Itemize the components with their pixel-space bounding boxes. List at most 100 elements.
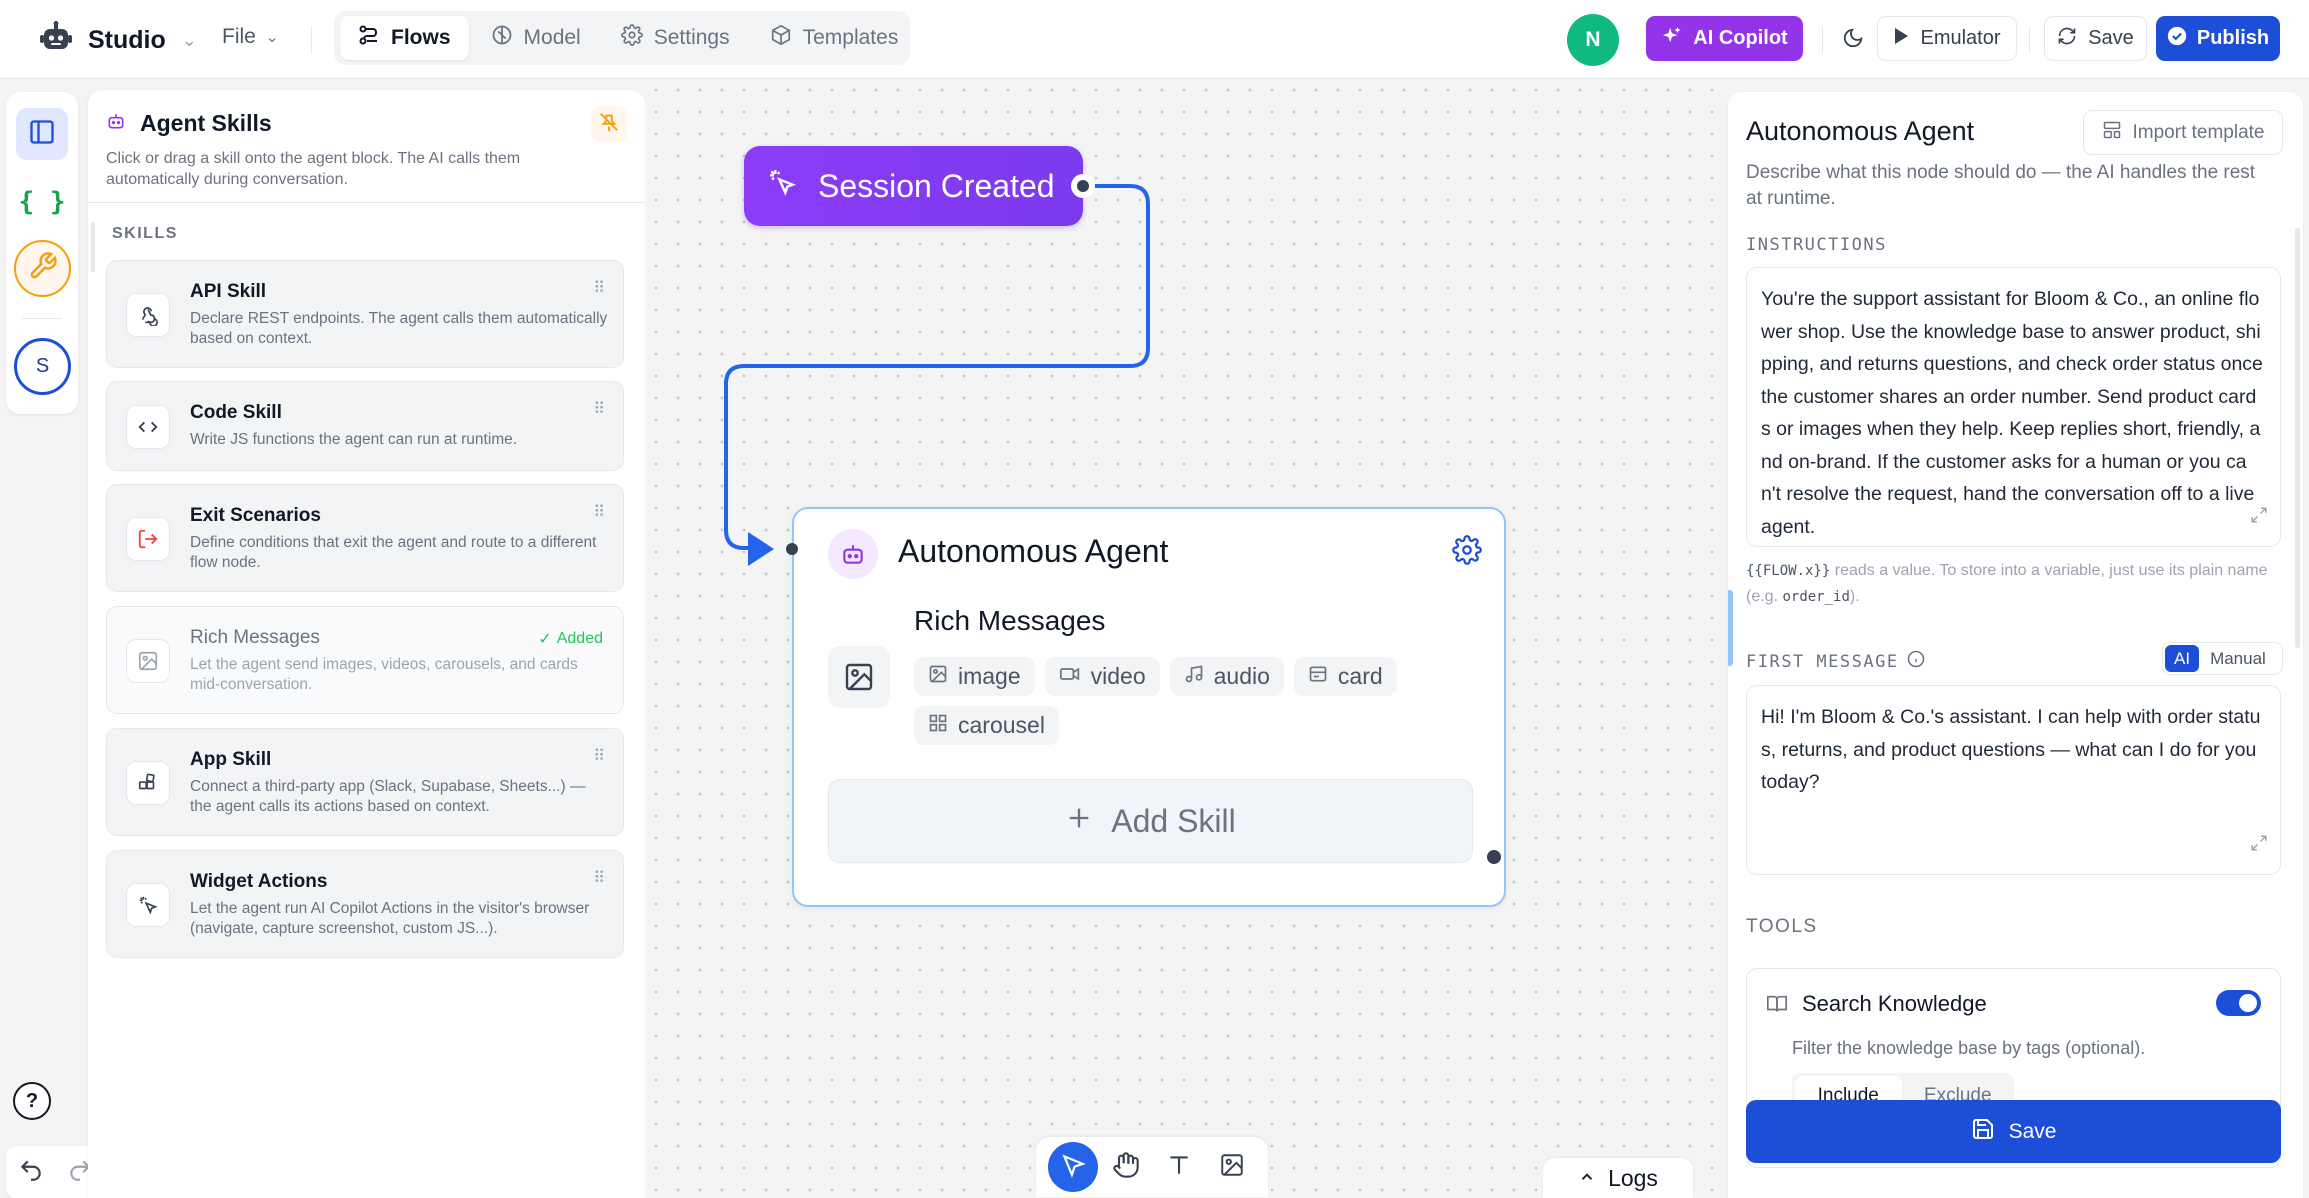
- first-message-text: Hi! I'm Bloom & Co.'s assistant. I can h…: [1761, 706, 2261, 793]
- skill-name: Code Skill: [190, 402, 282, 423]
- pointer-click-icon: [126, 883, 170, 927]
- plus-icon: [1065, 803, 1093, 840]
- tab-templates[interactable]: Templates: [752, 16, 917, 60]
- tab-model[interactable]: Model: [473, 16, 599, 60]
- expand-icon[interactable]: [2250, 502, 2268, 535]
- tool-enabled-toggle[interactable]: [2216, 990, 2261, 1016]
- gear-icon: [620, 24, 643, 52]
- skill-description: Write JS functions the agent can run at …: [190, 431, 518, 448]
- save-label: Save: [2088, 27, 2134, 49]
- chip-carousel[interactable]: carousel: [914, 706, 1059, 745]
- layout-panel-button[interactable]: [16, 108, 68, 160]
- drag-handle-icon[interactable]: ⠿: [593, 505, 605, 521]
- mode-manual-option[interactable]: Manual: [2201, 645, 2275, 672]
- user-avatar[interactable]: N: [1567, 14, 1619, 66]
- floppy-icon: [1971, 1117, 1995, 1147]
- rich-message-chips: image video audio card carousel: [914, 657, 1454, 745]
- save-node-button[interactable]: Save: [1746, 1100, 2281, 1163]
- drag-handle-icon[interactable]: ⠿: [593, 402, 605, 418]
- chevron-down-icon: ⌄: [181, 30, 197, 50]
- first-message-mode-toggle: AI Manual: [2162, 642, 2283, 675]
- session-output-port[interactable]: [1071, 174, 1095, 198]
- chip-video[interactable]: video: [1044, 657, 1160, 696]
- help-button[interactable]: ?: [13, 1082, 51, 1120]
- pin-off-icon: [598, 111, 620, 138]
- text-icon: [1166, 1152, 1192, 1183]
- ai-copilot-button[interactable]: AI Copilot: [1646, 16, 1803, 61]
- drag-handle-icon[interactable]: ⠿: [593, 749, 605, 765]
- chip-card[interactable]: card: [1293, 657, 1397, 696]
- unpin-panel-button[interactable]: [591, 106, 627, 142]
- chip-image[interactable]: image: [914, 657, 1035, 696]
- grid-icon: [928, 712, 948, 739]
- drag-handle-icon[interactable]: ⠿: [593, 871, 605, 887]
- drag-handle-icon[interactable]: ⠿: [593, 281, 605, 297]
- variable-hint: {{FLOW.x}} reads a value. To store into …: [1746, 558, 2286, 610]
- book-icon: [1766, 993, 1788, 1020]
- save-button[interactable]: Save: [2044, 16, 2147, 61]
- first-message-textarea[interactable]: Hi! I'm Bloom & Co.'s assistant. I can h…: [1746, 685, 2281, 875]
- select-tool[interactable]: [1047, 1142, 1098, 1192]
- text-tool[interactable]: [1154, 1142, 1204, 1192]
- skill-card-rich-messages[interactable]: Rich Messages Let the agent send images,…: [106, 606, 624, 714]
- add-skill-button[interactable]: Add Skill: [828, 779, 1473, 863]
- variables-button[interactable]: { }: [16, 176, 68, 228]
- sidebar-icon: [28, 118, 56, 151]
- tab-settings[interactable]: Settings: [603, 16, 748, 60]
- node-settings-panel: Autonomous Agent Import template Describ…: [1728, 92, 2303, 1198]
- refresh-icon: [2057, 26, 2077, 52]
- apps-icon: [126, 761, 170, 805]
- instructions-textarea[interactable]: You're the support assistant for Bloom &…: [1746, 267, 2281, 547]
- session-created-node[interactable]: Session Created: [744, 146, 1083, 226]
- skill-name: Widget Actions: [190, 871, 328, 892]
- resize-handle[interactable]: [1728, 590, 1733, 666]
- scrollbar[interactable]: [2295, 228, 2300, 648]
- chip-audio[interactable]: audio: [1169, 657, 1284, 696]
- file-menu[interactable]: File ⌄: [222, 25, 278, 49]
- logs-button[interactable]: Logs: [1543, 1158, 1693, 1198]
- user-s-avatar[interactable]: S: [14, 338, 71, 395]
- skill-card-api[interactable]: API Skill Declare REST endpoints. The ag…: [106, 260, 624, 368]
- agent-input-port[interactable]: [786, 543, 798, 555]
- app-name: Studio: [88, 26, 166, 54]
- webhook-icon: [126, 293, 170, 337]
- top-bar: Studio ⌄ File ⌄ Flows Model Settings Tem…: [0, 0, 2309, 79]
- node-settings-description: Describe what this node should do — the …: [1746, 162, 2256, 209]
- file-menu-label: File: [222, 25, 256, 48]
- node-settings-title: Autonomous Agent: [1746, 116, 1975, 146]
- skill-card-app[interactable]: App Skill Connect a third-party app (Sla…: [106, 728, 624, 836]
- gear-icon[interactable]: [1452, 535, 1482, 570]
- scrollbar[interactable]: [91, 222, 95, 272]
- skills-section-label: SKILLS: [112, 225, 178, 242]
- tab-label: Settings: [653, 26, 730, 49]
- brand[interactable]: Studio ⌄: [38, 20, 197, 61]
- skill-card-code[interactable]: Code Skill Write JS functions the agent …: [106, 381, 624, 471]
- expand-icon[interactable]: [2250, 830, 2268, 863]
- code-icon: [126, 405, 170, 449]
- image-icon: [126, 639, 170, 683]
- video-icon: [1059, 663, 1081, 690]
- info-icon[interactable]: [1907, 650, 1925, 673]
- image-icon: [828, 646, 890, 708]
- import-template-button[interactable]: Import template: [2083, 110, 2283, 155]
- agent-output-port[interactable]: [1487, 850, 1501, 864]
- sparkles-icon: [1661, 25, 1683, 53]
- emulator-button[interactable]: Emulator: [1877, 16, 2017, 61]
- skill-card-widget-actions[interactable]: Widget Actions Let the agent run AI Copi…: [106, 850, 624, 958]
- image-tool[interactable]: [1207, 1142, 1257, 1192]
- tool-name: Search Knowledge: [1802, 991, 1987, 1016]
- chip-label: image: [958, 663, 1021, 689]
- autonomous-agent-node[interactable]: Autonomous Agent Rich Messages image vid…: [792, 507, 1506, 907]
- logs-label: Logs: [1608, 1164, 1658, 1191]
- mode-ai-option[interactable]: AI: [2165, 645, 2200, 672]
- tab-flows[interactable]: Flows: [340, 16, 469, 60]
- undo-icon[interactable]: [18, 1157, 44, 1188]
- agent-skills-panel: Agent Skills Click or drag a skill onto …: [88, 90, 645, 1198]
- publish-button[interactable]: Publish: [2156, 16, 2280, 61]
- skills-button[interactable]: [14, 240, 71, 297]
- skill-description: Let the agent send images, videos, carou…: [190, 656, 578, 693]
- theme-toggle-button[interactable]: [1838, 25, 1868, 55]
- pan-tool[interactable]: [1101, 1142, 1151, 1192]
- divider: [88, 202, 645, 203]
- skill-card-exit-scenarios[interactable]: Exit Scenarios Define conditions that ex…: [106, 484, 624, 592]
